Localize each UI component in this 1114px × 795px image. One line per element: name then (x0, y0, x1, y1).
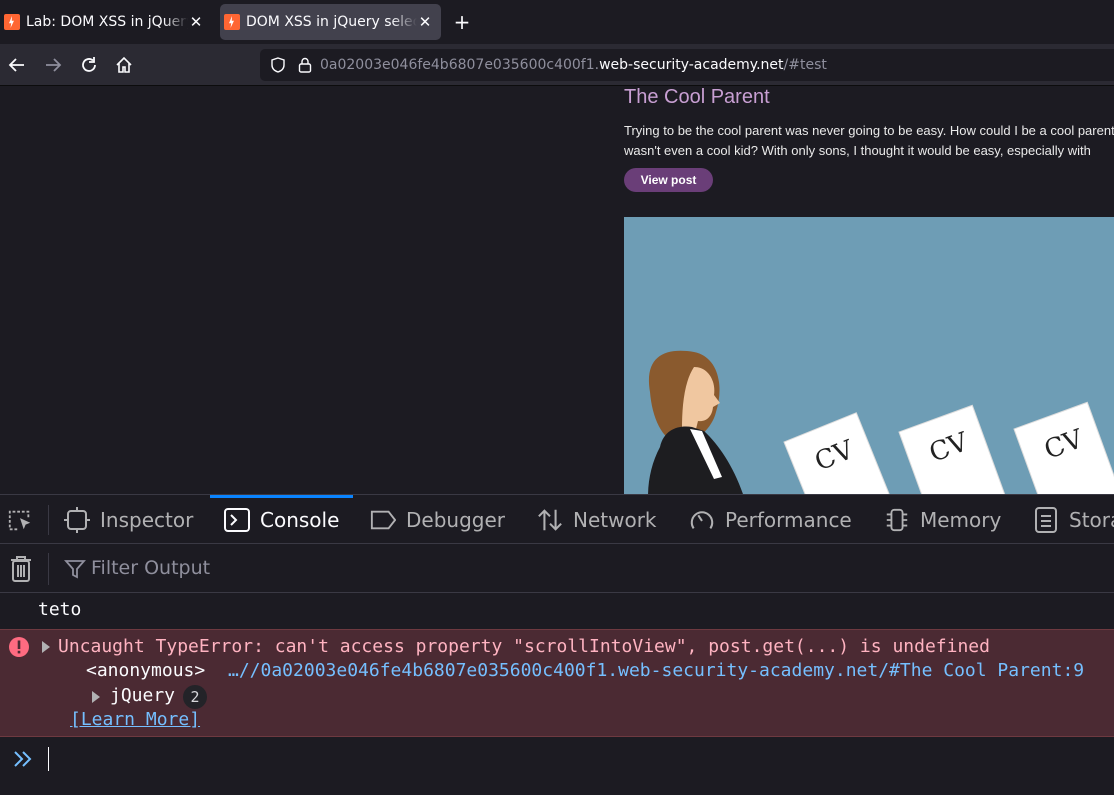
prompt-chevron-icon (12, 749, 34, 769)
page-content: The Cool Parent Trying to be the cool pa… (0, 86, 1114, 494)
trash-icon (11, 556, 31, 582)
console-log-message: teto (38, 599, 82, 620)
inspector-icon (64, 506, 90, 533)
url-prefix: 0a02003e046fe4b6807e035600c400f1. (320, 57, 600, 73)
stack-location-link[interactable]: …//0a02003e046fe4b6807e035600c400f1.web-… (228, 660, 1084, 681)
tab-label: Debugger (406, 507, 505, 532)
performance-gauge-icon (689, 507, 715, 533)
url-suffix: /#test (783, 57, 827, 73)
tab-storage[interactable]: Storage (1033, 495, 1114, 544)
portswigger-favicon-icon (224, 14, 240, 30)
post-image[interactable]: CV CV CV (624, 217, 1114, 494)
stack-group-count-badge: 2 (183, 685, 207, 709)
home-icon (116, 56, 132, 73)
navigation-bar: 0a02003e046fe4b6807e035600c400f1.web-sec… (0, 44, 1114, 86)
tab-network[interactable]: Network (537, 495, 657, 544)
console-error-message: Uncaught TypeError: can't access propert… (0, 629, 1114, 737)
post-summary: Trying to be the cool parent was never g… (624, 121, 1114, 161)
tab-label: Console (260, 507, 340, 532)
tab-debugger[interactable]: Debugger (370, 495, 505, 544)
expand-triangle-icon[interactable] (40, 639, 52, 655)
tab-title: Lab: DOM XSS in jQuery selector sink usi… (26, 14, 188, 30)
element-picker-button[interactable] (7, 495, 43, 544)
tab-label: Memory (920, 507, 1002, 532)
close-tab-icon[interactable]: ✕ (188, 13, 204, 31)
forward-arrow-icon (46, 58, 62, 72)
learn-more-link[interactable]: [Learn More] (70, 709, 200, 730)
close-tab-icon[interactable]: ✕ (417, 13, 433, 31)
element-picker-icon (7, 507, 33, 533)
console-output: teto Uncaught TypeError: can't access pr… (0, 593, 1114, 795)
job-interview-illustration: CV CV CV (624, 217, 1114, 494)
post-summary-line: Trying to be the cool parent was never g… (624, 123, 1114, 138)
stack-group-label[interactable]: jQuery (110, 685, 175, 706)
storage-icon (1033, 506, 1059, 533)
stack-function: <anonymous> (86, 660, 206, 681)
home-button[interactable] (111, 52, 137, 78)
url-host: web-security-academy.net (599, 57, 784, 73)
back-arrow-icon (8, 58, 24, 72)
toolbar-divider (48, 553, 49, 585)
filter-icon (64, 558, 86, 580)
toolbar-divider (48, 505, 49, 535)
post-title[interactable]: The Cool Parent (624, 86, 770, 109)
reload-button[interactable] (76, 52, 102, 78)
tab-console[interactable]: Console (209, 495, 354, 544)
portswigger-favicon-icon (4, 14, 20, 30)
network-icon (537, 507, 563, 533)
memory-chip-icon (884, 507, 910, 533)
tab-label: Network (573, 507, 657, 532)
debugger-icon (370, 507, 396, 533)
post-summary-line: wasn't even a cool kid? With only sons, … (624, 143, 1091, 158)
clear-console-button[interactable] (8, 555, 34, 583)
expand-triangle-icon[interactable] (90, 689, 102, 705)
tab-memory[interactable]: Memory (884, 495, 1001, 544)
lock-icon[interactable] (298, 57, 312, 73)
console-toolbar: Filter Output (0, 545, 1114, 593)
devtools-toolbar: Inspector Console Debugger Network Perfo… (0, 494, 1114, 544)
tab-performance[interactable]: Performance (689, 495, 852, 544)
tab-lab[interactable]: Lab: DOM XSS in jQuery selector sink usi… (0, 4, 212, 40)
filter-output-input[interactable]: Filter Output (91, 557, 210, 579)
tab-label: Inspector (100, 507, 194, 532)
view-post-button[interactable]: View post (624, 168, 713, 192)
tab-inspector[interactable]: Inspector (64, 495, 193, 544)
url-text[interactable]: 0a02003e046fe4b6807e035600c400f1.web-sec… (320, 57, 827, 73)
console-icon (224, 507, 250, 533)
new-tab-icon[interactable]: + (450, 8, 474, 36)
tab-strip: Lab: DOM XSS in jQuery selector sink usi… (0, 0, 1114, 44)
tab-title: DOM XSS in jQuery selector sink using a … (246, 14, 417, 30)
tracking-protection-shield-icon[interactable] (270, 57, 286, 73)
back-button[interactable] (4, 52, 30, 78)
tab-label: Storage (1069, 507, 1114, 532)
tab-dom-xss[interactable]: DOM XSS in jQuery selector sink using a … (220, 4, 441, 40)
address-bar[interactable]: 0a02003e046fe4b6807e035600c400f1.web-sec… (260, 49, 1114, 81)
error-text: Uncaught TypeError: can't access propert… (58, 636, 990, 657)
forward-button[interactable] (40, 52, 66, 78)
text-caret (48, 747, 49, 771)
console-input[interactable] (0, 737, 1114, 779)
error-icon (8, 636, 30, 658)
reload-icon (82, 57, 96, 72)
tab-label: Performance (725, 507, 852, 532)
